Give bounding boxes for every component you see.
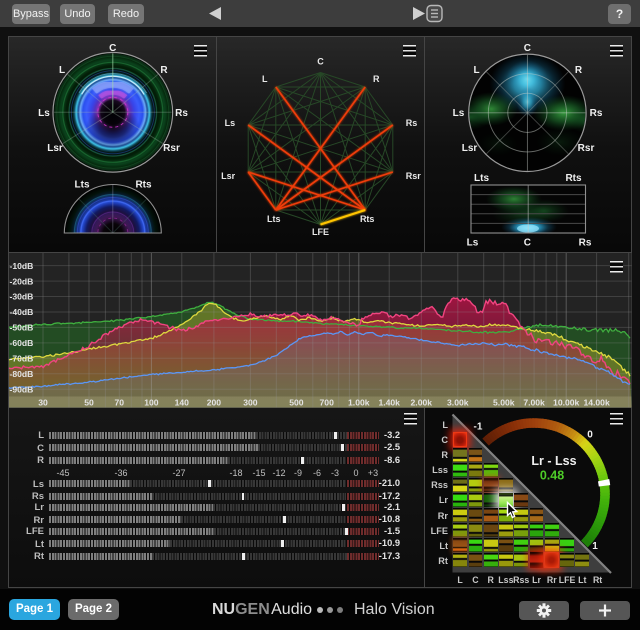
svg-text:Lts: Lts	[75, 180, 90, 191]
svg-text:Ls: Ls	[453, 108, 465, 119]
svg-text:Rsr: Rsr	[163, 143, 180, 154]
svg-text:Rsr: Rsr	[578, 143, 595, 154]
svg-text:1: 1	[592, 541, 598, 552]
svg-text:1.00k: 1.00k	[348, 398, 370, 408]
svg-text:Rs: Rs	[590, 108, 603, 119]
svg-text:Lsr: Lsr	[47, 143, 63, 154]
svg-text:R: R	[575, 65, 583, 76]
svg-text:-40dB: -40dB	[10, 307, 34, 317]
svg-text:50: 50	[84, 398, 94, 408]
svg-text:3.00k: 3.00k	[447, 398, 469, 408]
svg-text:70: 70	[115, 398, 125, 408]
svg-text:Lr - Lss: Lr - Lss	[531, 454, 576, 468]
svg-text:Rts: Rts	[135, 180, 152, 191]
svg-text:-80dB: -80dB	[10, 369, 34, 379]
svg-text:R: R	[160, 65, 168, 76]
svg-text:7.00k: 7.00k	[523, 398, 545, 408]
svg-text:5.00k: 5.00k	[493, 398, 515, 408]
svg-text:200: 200	[207, 398, 222, 408]
svg-text:30: 30	[38, 398, 48, 408]
svg-text:-30dB: -30dB	[10, 292, 34, 302]
svg-text:Rs: Rs	[406, 118, 418, 128]
svg-text:0: 0	[587, 430, 593, 441]
svg-text:140: 140	[175, 398, 190, 408]
svg-text:R: R	[373, 74, 380, 84]
svg-text:Rs: Rs	[579, 237, 592, 248]
svg-text:14.00k: 14.00k	[583, 398, 610, 408]
svg-text:Lsr: Lsr	[462, 143, 478, 154]
svg-text:L: L	[262, 74, 268, 84]
svg-text:Rsr: Rsr	[406, 171, 422, 181]
svg-text:-10dB: -10dB	[10, 261, 34, 271]
svg-text:Rts: Rts	[565, 173, 582, 184]
svg-text:-60dB: -60dB	[10, 338, 34, 348]
svg-text:-70dB: -70dB	[10, 354, 34, 364]
svg-text:C: C	[317, 57, 324, 67]
svg-text:L: L	[473, 65, 479, 76]
svg-text:Lsr: Lsr	[221, 171, 236, 181]
svg-text:Rts: Rts	[360, 214, 375, 224]
svg-text:-1: -1	[474, 422, 483, 433]
svg-text:-20dB: -20dB	[10, 276, 34, 286]
svg-text:-90dB: -90dB	[10, 384, 34, 394]
svg-text:1.40k: 1.40k	[378, 398, 400, 408]
svg-text:-50dB: -50dB	[10, 323, 34, 333]
svg-text:300: 300	[243, 398, 258, 408]
svg-text:L: L	[59, 65, 65, 76]
svg-text:Lts: Lts	[267, 214, 281, 224]
svg-text:Lts: Lts	[474, 173, 489, 184]
svg-text:0.48: 0.48	[540, 469, 564, 483]
svg-text:Ls: Ls	[467, 237, 479, 248]
svg-text:LFE: LFE	[312, 227, 329, 237]
svg-text:10.00k: 10.00k	[553, 398, 580, 408]
svg-text:Ls: Ls	[38, 108, 50, 119]
svg-text:700: 700	[320, 398, 335, 408]
svg-text:Rs: Rs	[175, 108, 188, 119]
svg-text:2.00k: 2.00k	[411, 398, 433, 408]
svg-text:Ls: Ls	[225, 118, 236, 128]
svg-text:100: 100	[144, 398, 159, 408]
svg-text:C: C	[524, 43, 531, 54]
svg-text:C: C	[109, 43, 116, 54]
svg-text:C: C	[524, 237, 531, 248]
svg-text:500: 500	[289, 398, 304, 408]
